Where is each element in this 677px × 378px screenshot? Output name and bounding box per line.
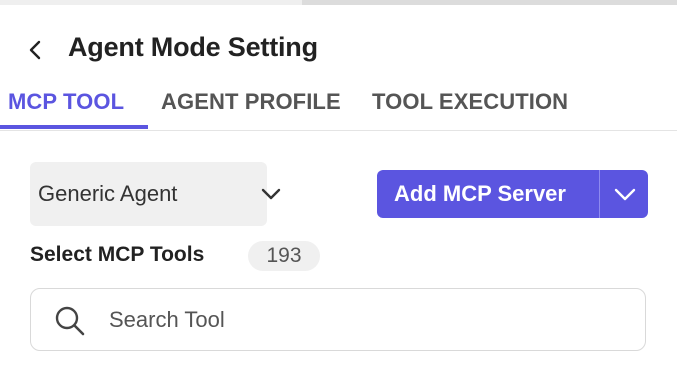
chevron-down-icon (261, 188, 281, 200)
tab-agent-profile[interactable]: AGENT PROFILE (161, 89, 341, 115)
search-field[interactable] (30, 288, 646, 351)
page-title: Agent Mode Setting (68, 32, 318, 62)
search-icon (55, 306, 85, 336)
chevron-down-icon (614, 188, 636, 201)
top-strip (0, 0, 677, 5)
tab-tool-execution[interactable]: TOOL EXECUTION (372, 89, 568, 115)
select-tools-label: Select MCP Tools (30, 243, 205, 266)
top-strip-left (0, 0, 302, 5)
top-strip-right (302, 0, 677, 5)
add-mcp-server-button[interactable]: Add MCP Server (377, 170, 648, 218)
page-header: Agent Mode Setting (0, 28, 677, 72)
add-server-dropdown-toggle[interactable] (609, 185, 641, 205)
tab-bar: MCP TOOL AGENT PROFILE TOOL EXECUTION (0, 84, 677, 131)
agent-select-value: Generic Agent (38, 181, 178, 206)
agent-select[interactable]: Generic Agent (30, 162, 281, 226)
chevron-left-icon (29, 40, 41, 60)
tool-count-badge: 193 (248, 241, 320, 271)
active-tab-indicator (0, 125, 148, 129)
tab-mcp-tool[interactable]: MCP TOOL (8, 89, 124, 115)
back-button[interactable] (22, 34, 50, 66)
search-input[interactable] (109, 303, 609, 337)
add-mcp-server-label: Add MCP Server (394, 181, 566, 206)
button-divider (599, 170, 600, 218)
